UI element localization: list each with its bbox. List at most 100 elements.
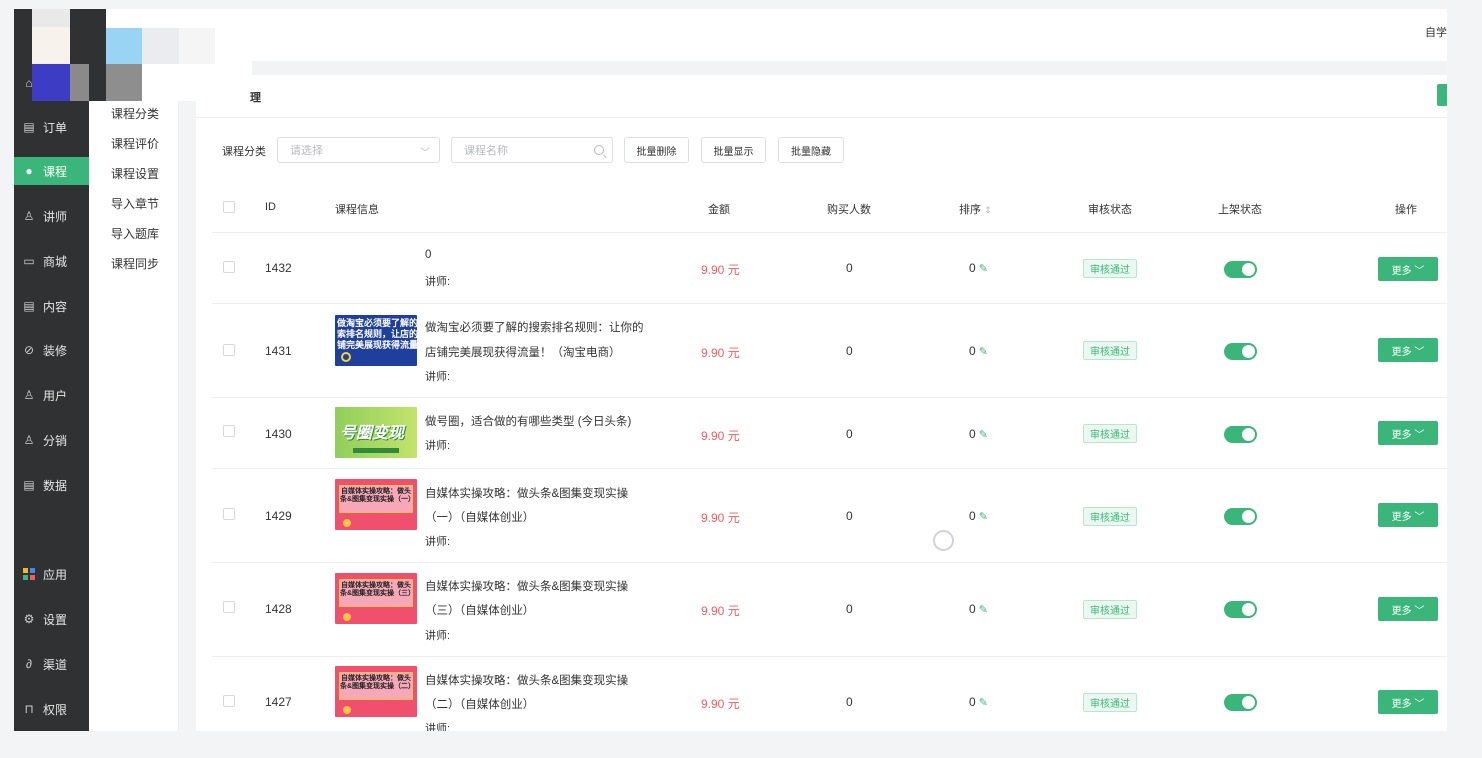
row-checkbox[interactable] — [223, 425, 235, 437]
course-title[interactable]: 0 — [425, 249, 431, 261]
sort-value[interactable]: 0 ✎ — [969, 344, 988, 358]
column-header-buyers: 购买人数 — [827, 204, 871, 216]
shelf-toggle[interactable] — [1224, 343, 1257, 360]
submenu-item-review[interactable]: 课程评价 — [111, 135, 159, 152]
status-badge: 审核通过 — [1083, 507, 1137, 526]
select-all-checkbox[interactable] — [223, 201, 235, 213]
sidebar-item-label: 用户 — [43, 388, 68, 403]
sidebar-item-course[interactable]: ● 课程 — [14, 157, 89, 185]
submenu-item-import-chapter[interactable]: 导入章节 — [111, 195, 159, 212]
row-id: 1431 — [265, 344, 292, 358]
sidebar-item-permission[interactable]: ⊓ 权限 — [14, 695, 89, 723]
sort-value[interactable]: 0 ✎ — [969, 427, 988, 441]
row-id: 1429 — [265, 509, 292, 523]
edit-icon[interactable]: ✎ — [979, 346, 988, 358]
edit-icon[interactable]: ✎ — [979, 429, 988, 441]
more-button[interactable]: 更多 ﹀ — [1378, 503, 1438, 527]
more-label: 更多 — [1391, 265, 1412, 277]
shelf-toggle[interactable] — [1224, 261, 1257, 278]
course-title-line2[interactable]: （一）（自媒体创业） — [425, 509, 534, 525]
batch-delete-button[interactable]: 批量删除 — [624, 137, 689, 163]
submenu-item-category[interactable]: 课程分类 — [111, 105, 159, 122]
batch-show-button[interactable]: 批量显示 — [701, 137, 766, 163]
column-header-audit: 审核状态 — [1088, 204, 1132, 216]
edit-icon[interactable]: ✎ — [979, 604, 988, 616]
sidebar-item-label: 内容 — [43, 299, 68, 314]
sort-number: 0 — [969, 427, 976, 441]
row-checkbox[interactable] — [223, 261, 235, 273]
shelf-toggle[interactable] — [1224, 694, 1257, 711]
more-button[interactable]: 更多 ﹀ — [1378, 597, 1438, 621]
edit-icon[interactable]: ✎ — [979, 511, 988, 523]
sidebar-item-channel[interactable]: ∂ 渠道 — [14, 650, 89, 678]
row-checkbox[interactable] — [223, 695, 235, 707]
user-name[interactable]: 自学 — [1425, 24, 1447, 40]
sidebar-item-teacher[interactable]: ♙ 讲师 — [14, 202, 89, 230]
add-button[interactable] — [1437, 84, 1447, 106]
shelf-toggle[interactable] — [1224, 601, 1257, 618]
row-id: 1428 — [265, 602, 292, 616]
row-checkbox[interactable] — [223, 601, 235, 613]
course-title[interactable]: 自媒体实操攻略：做头条&图集变现实操 — [425, 578, 628, 594]
course-title[interactable]: 自媒体实操攻略：做头条&图集变现实操 — [425, 485, 628, 501]
more-label: 更多 — [1391, 511, 1412, 523]
more-button[interactable]: 更多 ﹀ — [1378, 690, 1438, 714]
course-name-search[interactable]: 课程名称 — [451, 137, 613, 163]
chevron-down-icon: ﹀ — [1414, 429, 1425, 441]
shelf-toggle[interactable] — [1224, 508, 1257, 525]
teacher-label: 讲师: — [425, 536, 451, 548]
batch-hide-button[interactable]: 批量隐藏 — [778, 137, 844, 163]
sort-value[interactable]: 0 ✎ — [969, 695, 988, 709]
status-badge: 审核通过 — [1083, 259, 1137, 278]
sort-value[interactable]: 0 ✎ — [969, 261, 988, 275]
sidebar-item-settings[interactable]: ⚙ 设置 — [14, 605, 89, 633]
course-thumbnail[interactable]: 自媒体实操攻略：做头条&图集变现实操（一） — [335, 479, 417, 530]
course-thumbnail[interactable]: 自媒体实操攻略：做头条&图集变现实操（二） — [335, 666, 417, 717]
sidebar-item-data[interactable]: ▤ 数据 — [14, 471, 89, 499]
column-header-sort[interactable]: 排序 ⇕ — [959, 201, 992, 217]
category-select[interactable]: 请选择 ﹀ — [277, 137, 440, 163]
sort-value[interactable]: 0 ✎ — [969, 602, 988, 616]
course-title[interactable]: 自媒体实操攻略：做头条&图集变现实操 — [425, 672, 628, 688]
more-button[interactable]: 更多 ﹀ — [1378, 338, 1438, 362]
more-button[interactable]: 更多 ﹀ — [1378, 257, 1438, 281]
edit-icon[interactable]: ✎ — [979, 263, 988, 275]
row-divider — [212, 303, 1447, 304]
home-item[interactable]: ⌂ — [14, 69, 89, 97]
sidebar-item-label: 分销 — [43, 433, 68, 448]
course-thumbnail[interactable]: 自媒体实操攻略：做头条&图集变现实操（三） — [335, 573, 417, 624]
sidebar-item-distribution[interactable]: ♙ 分销 — [14, 426, 89, 454]
sort-value[interactable]: 0 ✎ — [969, 509, 988, 523]
course-title[interactable]: 做淘宝必须要了解的搜索排名规则：让你的 — [425, 319, 644, 335]
course-thumbnail[interactable]: 号圈变现 — [335, 407, 417, 458]
more-label: 更多 — [1391, 346, 1412, 358]
row-checkbox[interactable] — [223, 344, 235, 356]
course-title-line2[interactable]: （二）（自媒体创业） — [425, 696, 534, 712]
sidebar-item-apps[interactable]: 应用 — [14, 560, 89, 588]
submenu-item-import-questions[interactable]: 导入题库 — [111, 225, 159, 242]
edit-icon[interactable]: ✎ — [979, 697, 988, 709]
course-title-line2[interactable]: （三）（自媒体创业） — [425, 602, 534, 618]
sidebar-item-label: 商城 — [43, 254, 68, 269]
chevron-down-icon: ﹀ — [1414, 511, 1425, 523]
submenu-item-settings[interactable]: 课程设置 — [111, 165, 159, 182]
status-badge: 审核通过 — [1083, 693, 1137, 712]
course-title[interactable]: 做号圈，适合做的有哪些类型 (今日头条) — [425, 413, 631, 429]
course-thumbnail[interactable]: 做淘宝必须要了解的 索排名规则，让店的 铺完美展现获得流量 — [335, 315, 417, 366]
column-header-info: 课程信息 — [335, 204, 379, 216]
column-header-price: 金额 — [708, 204, 730, 216]
buyer-count: 0 — [846, 695, 853, 709]
row-checkbox[interactable] — [223, 508, 235, 520]
sidebar-item-decor[interactable]: ⊘ 装修 — [14, 336, 89, 364]
submenu-item-sync[interactable]: 课程同步 — [111, 255, 159, 272]
sidebar-item-content[interactable]: ▤ 内容 — [14, 292, 89, 320]
person-icon: ♙ — [23, 388, 35, 402]
sidebar-item-order[interactable]: ▤ 订单 — [14, 113, 89, 141]
sidebar-item-shop[interactable]: ▭ 商城 — [14, 247, 89, 275]
user-icon: ♙ — [23, 209, 35, 223]
shelf-toggle[interactable] — [1224, 426, 1257, 443]
more-button[interactable]: 更多 ﹀ — [1378, 421, 1438, 445]
course-title-line2[interactable]: 店铺完美展现获得流量！（淘宝电商） — [425, 344, 621, 360]
sidebar-item-user[interactable]: ♙ 用户 — [14, 381, 89, 409]
chevron-down-icon: ﹀ — [1414, 605, 1425, 617]
